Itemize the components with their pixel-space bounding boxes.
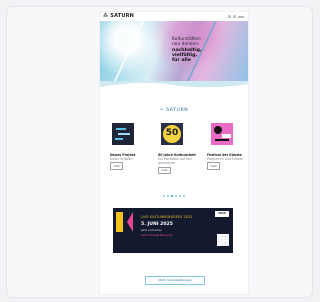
event-subtext: Jetzt anmelden	[141, 228, 163, 232]
carousel-dot[interactable]	[167, 195, 169, 197]
more-events-button[interactable]: Mehr Veranstaltungen	[145, 276, 205, 285]
section-logo-text: SATURN	[166, 108, 189, 113]
article-thumbnails: 50	[100, 123, 248, 147]
article-caption[interactable]: Festival der Künste Programm und Tickets…	[207, 153, 245, 170]
article-thumbnail[interactable]	[112, 123, 134, 145]
carousel-dot[interactable]	[175, 195, 177, 197]
article-thumbnail[interactable]	[211, 123, 233, 145]
k-logo-chevron-icon	[127, 212, 133, 232]
article-caption[interactable]: 50 Jahre Kulturarbeit Ein Rückblick auf …	[158, 153, 196, 174]
event-tagline: Kultur bewegt Menschen	[141, 234, 174, 237]
carousel-dot[interactable]	[183, 195, 185, 197]
anniversary-number: 50	[165, 128, 179, 138]
site-logo-text: SATURN	[110, 13, 135, 19]
qr-code-icon	[217, 234, 229, 246]
event-header: LIVE KULTURKONGRESS 2025	[141, 215, 193, 219]
webpage-preview: ⁂ SATURN Kulturstätten neu denken: nachh…	[100, 12, 248, 294]
user-icon[interactable]	[233, 15, 236, 18]
article-subtitle: Kultur erleben	[110, 157, 133, 162]
logo-mark-icon: ⁂	[103, 13, 109, 19]
hero-wave-divider	[100, 81, 248, 88]
section-logo: ✦ SATURN	[100, 108, 248, 113]
event-date: 5. JUNI 2025	[141, 222, 173, 227]
carousel-dot[interactable]	[179, 195, 181, 197]
carousel-dot[interactable]	[171, 195, 173, 197]
article-subtitle: Ein Rückblick auf fünf Jahrzehnte	[158, 157, 193, 166]
carousel-dot[interactable]	[163, 195, 165, 197]
article-thumbnail[interactable]: 50	[161, 123, 183, 145]
hero-headline: Kulturstätten neu denken: nachhaltig, vi…	[172, 37, 236, 63]
site-logo[interactable]: ⁂ SATURN	[103, 13, 134, 19]
article-subtitle: Programm und Tickets	[207, 157, 243, 162]
hero-light-streak	[111, 21, 147, 81]
browser-card: ⁂ SATURN Kulturstätten neu denken: nachh…	[6, 6, 313, 298]
hero-line: für alle	[172, 58, 191, 64]
top-navigation-bar: ⁂ SATURN	[100, 12, 248, 21]
search-icon[interactable]	[228, 15, 231, 18]
header-icons	[228, 15, 244, 18]
k-logo-bar-icon	[116, 212, 123, 232]
read-more-link[interactable]: mehr	[110, 162, 124, 170]
read-more-link[interactable]: mehr	[158, 166, 172, 174]
menu-icon[interactable]	[238, 15, 244, 18]
event-banner[interactable]: 2025 LIVE KULTURKONGRESS 2025 5. JUNI 20…	[113, 208, 233, 253]
article-caption[interactable]: Neues Projekt Kultur erleben mehr	[110, 153, 148, 170]
event-badge: 2025	[215, 211, 229, 217]
hero-banner: Kulturstätten neu denken: nachhaltig, vi…	[100, 21, 248, 81]
read-more-link[interactable]: mehr	[207, 162, 221, 170]
carousel-dots	[100, 195, 248, 197]
